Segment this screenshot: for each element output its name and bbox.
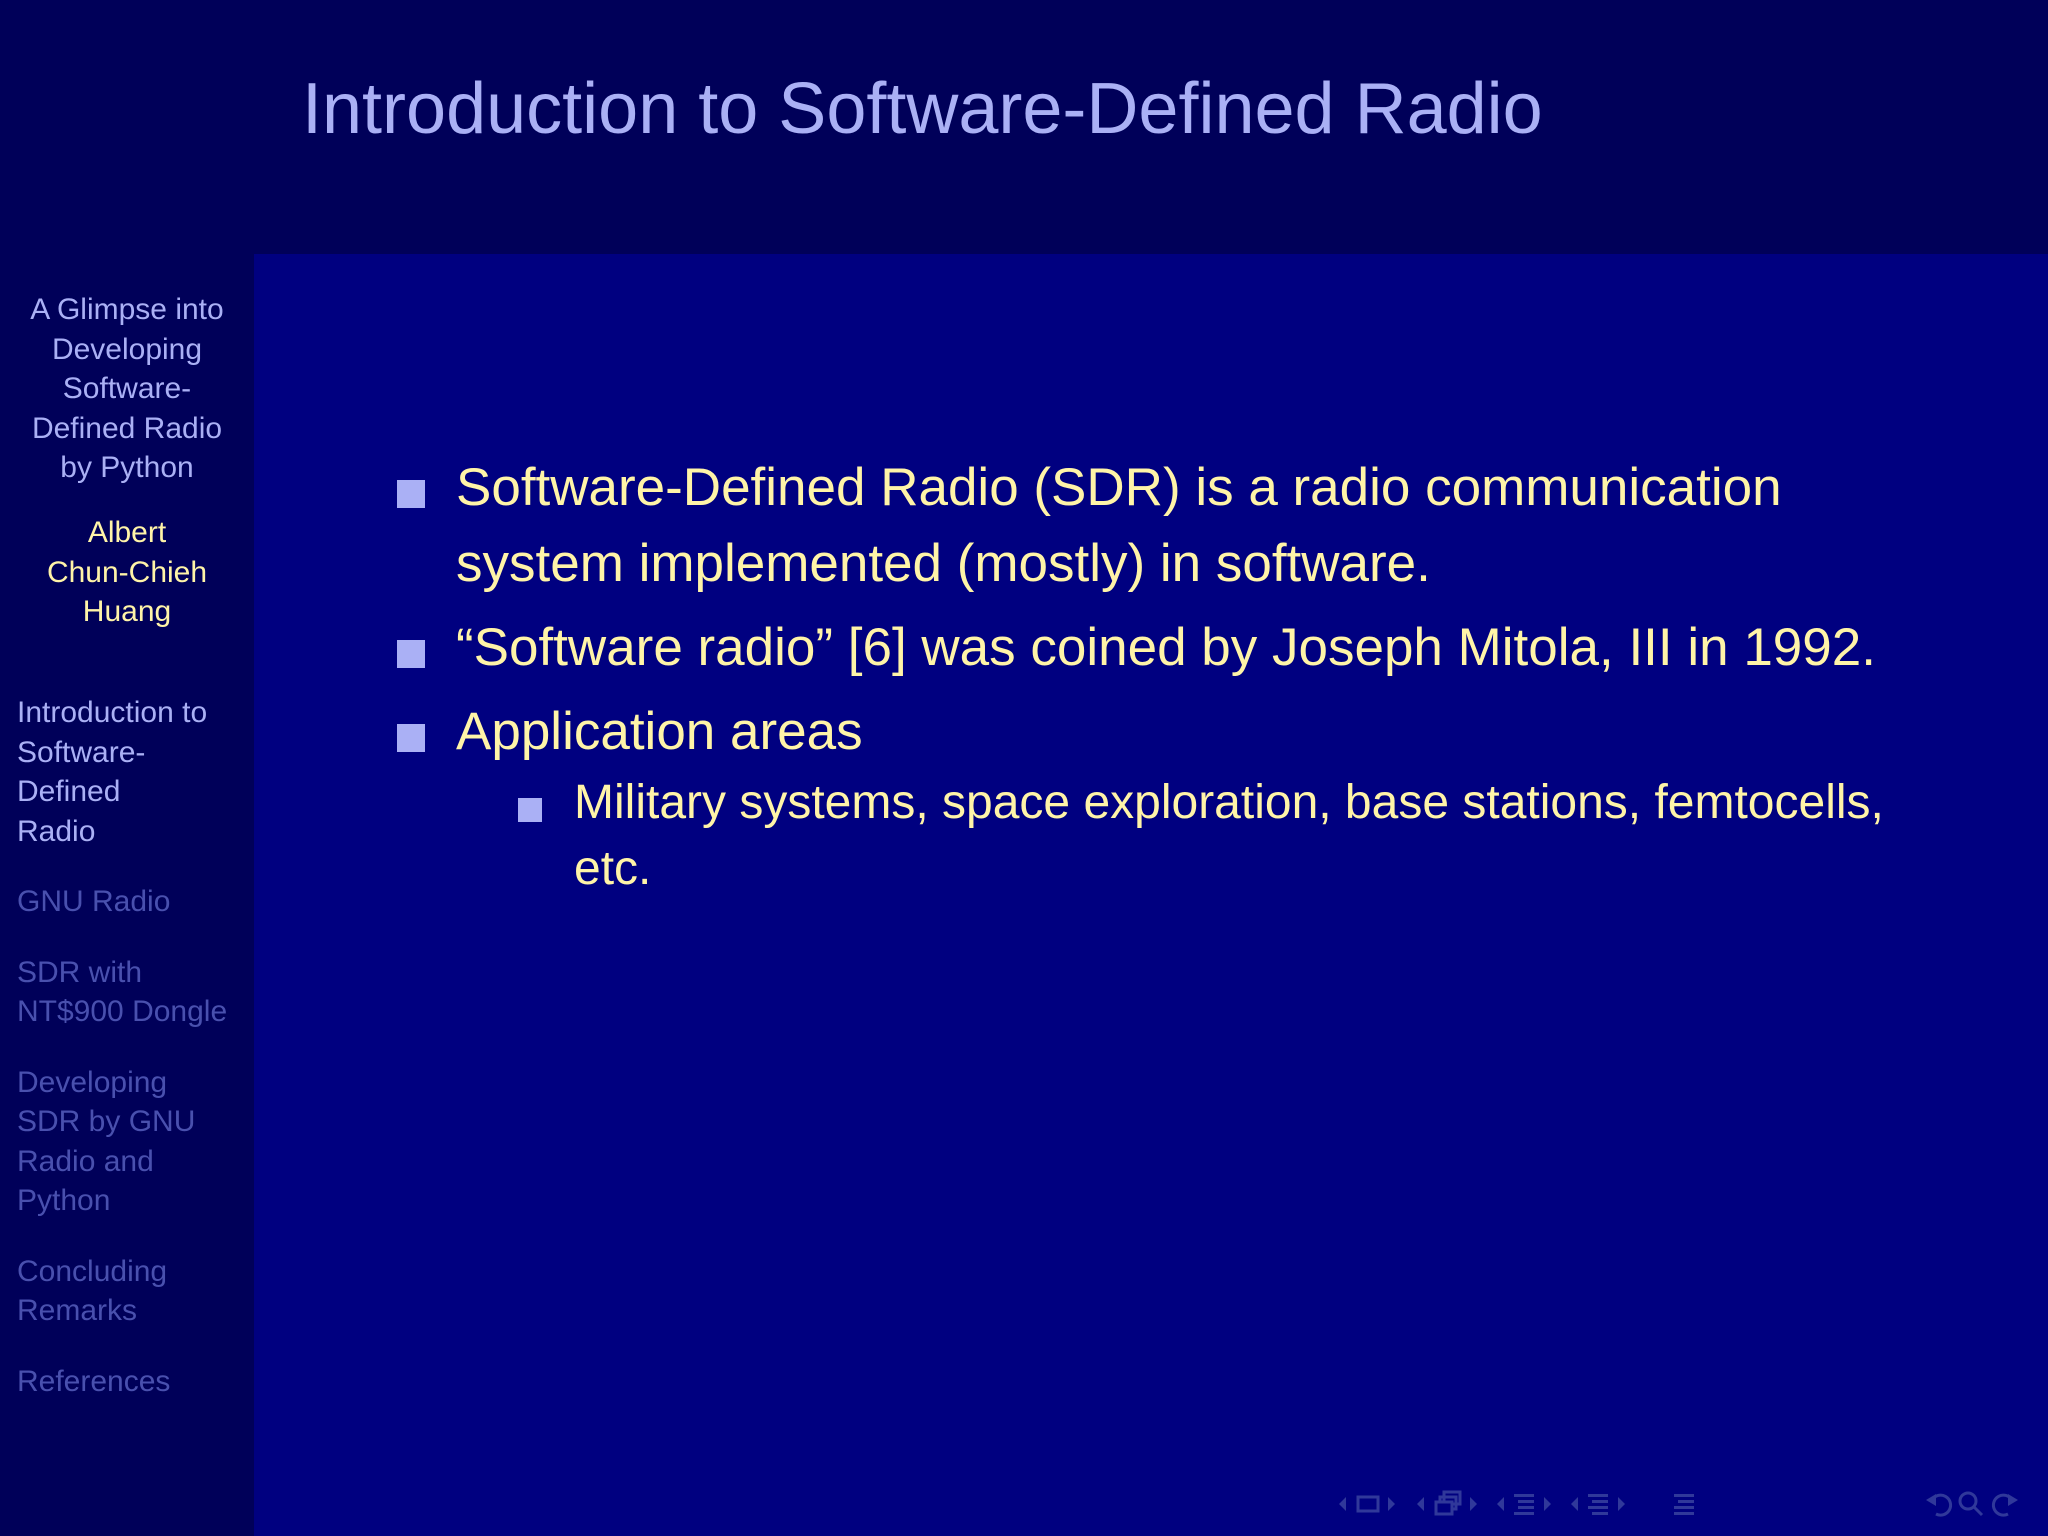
slide-content: Software-Defined Radio (SDR) is a radio … xyxy=(394,450,1974,902)
bullet-text-line: system implemented (mostly) in software. xyxy=(456,534,1431,593)
bullet-item: Software-Defined Radio (SDR) is a radio … xyxy=(394,450,1974,602)
section-link-introduction[interactable]: Introduction to Software- Defined Radio xyxy=(17,693,247,851)
talk-title-line: Defined Radio xyxy=(31,411,223,445)
section-label-line: Defined xyxy=(17,775,121,808)
bullet-text-line: Application areas xyxy=(456,702,863,761)
section-label-line: Remarks xyxy=(17,1294,138,1327)
sidebar: A Glimpse into Developing Software- Defi… xyxy=(0,0,254,1536)
slide-icon[interactable] xyxy=(1432,1488,1464,1520)
forward-icon[interactable] xyxy=(1988,1488,2020,1520)
talk-title: A Glimpse into Developing Software- Defi… xyxy=(0,290,254,488)
section-label-line: References xyxy=(17,1364,171,1398)
talk-title-line: Software- xyxy=(62,372,192,405)
square-bullet-icon xyxy=(397,480,425,508)
next-subsection-icon[interactable] xyxy=(1542,1488,1554,1520)
section-label-line: Concluding xyxy=(17,1254,168,1288)
section-link-references[interactable]: References xyxy=(17,1362,247,1402)
section-label-line: NT$900 Dongle xyxy=(17,995,228,1028)
prev-section-icon[interactable] xyxy=(1568,1488,1580,1520)
section-label-line: Introduction to xyxy=(17,696,208,729)
back-icon[interactable] xyxy=(1924,1488,1956,1520)
section-label-line: Software- xyxy=(17,735,146,769)
author-line: Albert xyxy=(87,516,167,549)
bullet-item: “Software radio” [6] was coined by Josep… xyxy=(394,610,1974,686)
square-bullet-icon xyxy=(518,798,542,822)
section-link-developing-sdr[interactable]: Developing SDR by GNU Radio and Python xyxy=(17,1063,247,1221)
frame-icon[interactable] xyxy=(1354,1488,1382,1520)
bullet-text-line: “Software radio” [6] was coined by Josep… xyxy=(456,618,1876,677)
prev-frame-icon[interactable] xyxy=(1336,1488,1348,1520)
talk-title-line: A Glimpse into xyxy=(30,293,224,326)
next-section-icon[interactable] xyxy=(1616,1488,1628,1520)
talk-title-line: Developing xyxy=(51,332,203,366)
section-nav: Introduction to Software- Defined Radio … xyxy=(17,693,247,1432)
search-icon[interactable] xyxy=(1956,1488,1986,1520)
square-bullet-icon xyxy=(397,724,425,752)
section-link-gnu-radio[interactable]: GNU Radio xyxy=(17,882,247,922)
sub-bullet-text-line: Military systems, space exploration, bas… xyxy=(574,776,1884,829)
slide-title: Introduction to Software-Defined Radio xyxy=(302,69,1543,149)
beamer-navigation-bar xyxy=(1336,1488,2036,1520)
author-name: Albert Chun-Chieh Huang xyxy=(0,513,254,632)
sub-bullet-item: Military systems, space exploration, bas… xyxy=(518,770,1974,902)
prev-slide-icon[interactable] xyxy=(1414,1488,1426,1520)
section-label-line: Developing xyxy=(17,1065,168,1099)
bullet-text-line: Software-Defined Radio (SDR) is a radio … xyxy=(456,458,1782,517)
section-label-line: SDR with xyxy=(17,955,143,989)
section-label-line: Radio and xyxy=(17,1144,154,1178)
section-label-line: SDR by GNU xyxy=(17,1105,196,1138)
section-icon[interactable] xyxy=(1584,1488,1612,1520)
section-label-line: Radio xyxy=(17,814,96,848)
sub-bullet-text-line: etc. xyxy=(574,842,652,895)
section-link-sdr-dongle[interactable]: SDR with NT$900 Dongle xyxy=(17,953,247,1032)
talk-title-line: by Python xyxy=(60,451,194,484)
next-slide-icon[interactable] xyxy=(1468,1488,1480,1520)
author-line: Chun-Chieh xyxy=(46,555,208,589)
section-link-concluding-remarks[interactable]: Concluding Remarks xyxy=(17,1252,247,1331)
next-frame-icon[interactable] xyxy=(1386,1488,1398,1520)
bullet-item: Application areas xyxy=(394,694,1974,770)
slide-header: Introduction to Software-Defined Radio xyxy=(254,0,2048,254)
section-label-line: Python xyxy=(17,1184,111,1217)
section-label-line: GNU Radio xyxy=(17,885,171,918)
author-line: Huang xyxy=(82,595,172,628)
subsection-icon[interactable] xyxy=(1510,1488,1538,1520)
square-bullet-icon xyxy=(397,640,425,668)
document-icon[interactable] xyxy=(1670,1488,1698,1520)
prev-subsection-icon[interactable] xyxy=(1494,1488,1506,1520)
